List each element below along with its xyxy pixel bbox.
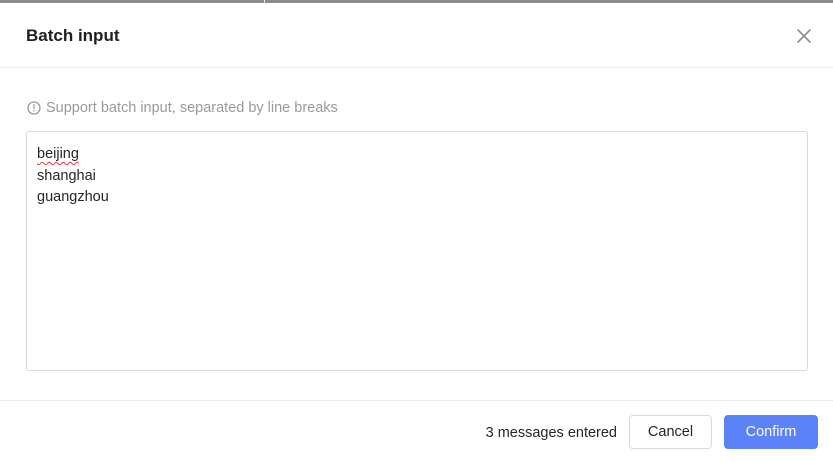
close-icon-glyph [797,29,811,43]
textarea-line: guangzhou [37,189,109,205]
hint-row: Support batch input, separated by line b… [27,98,338,118]
batch-input-dialog: Batch input Support batch input, separat… [0,0,833,463]
hint-text: Support batch input, separated by line b… [46,100,338,116]
dialog-footer: 3 messages entered Cancel Confirm [0,400,833,463]
message-count: 3 messages entered [485,425,617,441]
batch-input-textarea[interactable]: beijing shanghai guangzhou [26,131,808,371]
confirm-button[interactable]: Confirm [724,415,818,449]
textarea-line: shanghai [37,167,96,184]
close-icon[interactable] [793,25,815,47]
textarea-line: beijing [37,146,79,162]
dialog-header: Batch input [0,3,833,68]
cancel-button[interactable]: Cancel [629,415,712,449]
dialog-title: Batch input [26,26,120,45]
info-circle-icon [27,101,41,115]
